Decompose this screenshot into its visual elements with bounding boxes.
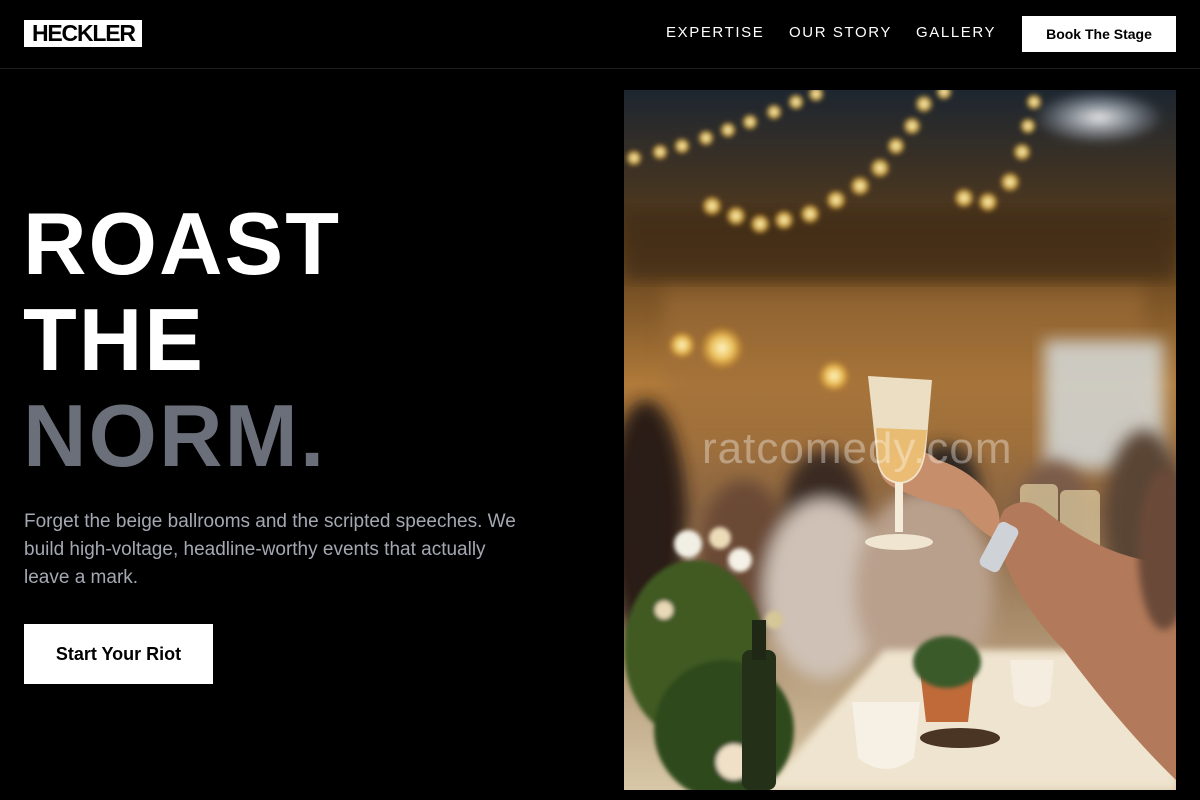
hero-headline: ROAST THE NORM. xyxy=(23,196,341,484)
nav-link-gallery[interactable]: GALLERY xyxy=(916,24,996,42)
headline-line-3: NORM. xyxy=(23,386,327,485)
book-the-stage-button[interactable]: Book The Stage xyxy=(1022,16,1176,52)
hero-subtitle: Forget the beige ballrooms and the scrip… xyxy=(24,511,516,588)
headline-line-1: ROAST xyxy=(23,194,341,293)
photo-watermark: ratcomedy.com xyxy=(702,424,1013,473)
start-your-riot-button[interactable]: Start Your Riot xyxy=(24,624,213,684)
event-celebration-photo: ratcomedy.com xyxy=(624,90,1176,790)
site-header: HECKLER EXPERTISE OUR STORY GALLERY Book… xyxy=(0,0,1200,69)
headline-line-2: THE xyxy=(23,290,205,389)
nav-link-expertise[interactable]: EXPERTISE xyxy=(666,24,764,42)
logo[interactable]: HECKLER xyxy=(24,20,142,47)
nav-link-our-story[interactable]: OUR STORY xyxy=(789,24,892,42)
